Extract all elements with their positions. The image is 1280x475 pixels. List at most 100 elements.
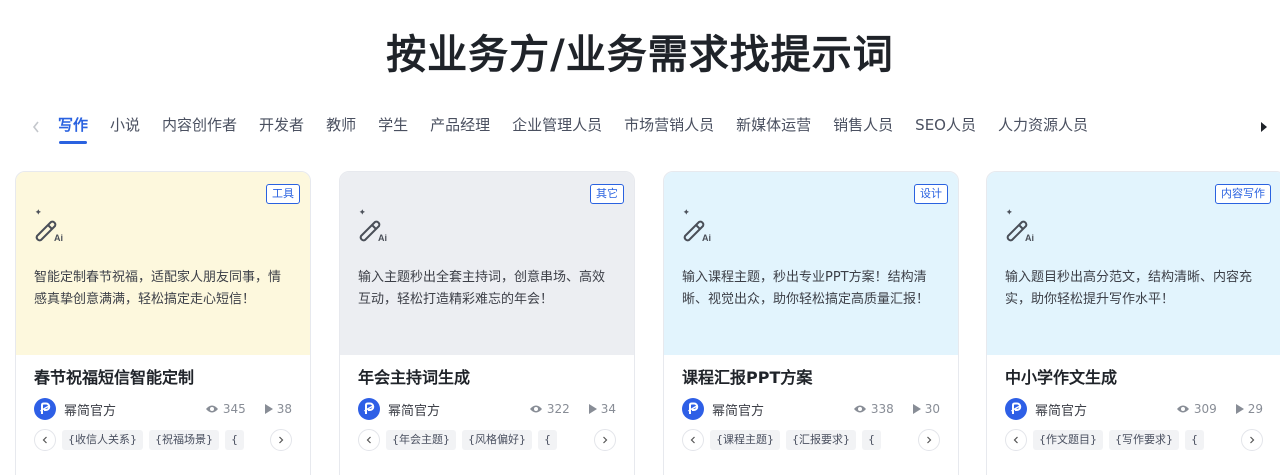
page-title: 按业务方/业务需求找提示词 [386,32,894,78]
tab-seo[interactable]: SEO人员 [915,114,976,146]
prompt-card[interactable]: 工具 Ai 智能定制春节祝福，适配家人朋友同事，情感真挚创意满满，轻松搞定走心短… [15,171,311,475]
tag[interactable]: {课程主题} [710,430,780,450]
card-header: 设计 Ai 输入课程主题，秒出专业PPT方案！结构清晰、视觉出众，助你轻松搞定高… [664,172,958,355]
tags-next-button[interactable] [918,429,940,451]
tag[interactable]: {收信人关系} [62,430,143,450]
tab-new-media[interactable]: 新媒体运营 [736,114,811,146]
tab-sales[interactable]: 销售人员 [833,114,893,146]
author-name[interactable]: 幂简官方 [1035,400,1087,419]
chevron-left-icon [366,436,371,444]
tag-list: {作文题目} {写作要求} { [1033,430,1235,450]
tags-next-button[interactable] [270,429,292,451]
author-avatar [34,398,56,420]
tags-prev-button[interactable] [34,429,56,451]
tag-list: {课程主题} {汇报要求} { [710,430,912,450]
play-icon [912,404,921,414]
ai-magic-wand-icon: Ai [35,209,63,243]
card-title[interactable]: 课程汇报PPT方案 [682,367,940,389]
tags-prev-button[interactable] [682,429,704,451]
tab-marketing[interactable]: 市场营销人员 [624,114,714,146]
tag[interactable]: { [862,430,881,450]
eye-icon [205,405,218,413]
tabs-prev-button[interactable] [26,116,46,138]
card-title[interactable]: 中小学作文生成 [1005,367,1263,389]
author-name[interactable]: 幂简官方 [712,400,764,419]
tag[interactable]: {祝福场景} [149,430,219,450]
tab-novel[interactable]: 小说 [110,114,140,146]
category-badge: 设计 [914,184,948,204]
tag[interactable]: { [1185,430,1204,450]
play-icon [1235,404,1244,414]
tab-content-creator[interactable]: 内容创作者 [162,114,237,146]
card-title[interactable]: 春节祝福短信智能定制 [34,367,292,389]
tags-next-button[interactable] [594,429,616,451]
prompt-card[interactable]: 设计 Ai 输入课程主题，秒出专业PPT方案！结构清晰、视觉出众，助你轻松搞定高… [663,171,959,475]
card-description: 智能定制春节祝福，适配家人朋友同事，情感真挚创意满满，轻松搞定走心短信！ [34,270,282,307]
tab-student[interactable]: 学生 [378,114,408,146]
tag[interactable]: {写作要求} [1109,430,1179,450]
prompt-card[interactable]: 其它 Ai 输入主题秒出全套主持词，创意串场、高效互动，轻松打造精彩难忘的年会！… [339,171,635,475]
card-description: 输入课程主题，秒出专业PPT方案！结构清晰、视觉出众，助你轻松搞定高质量汇报！ [682,270,930,307]
tag-list: {年会主题} {风格偏好} { [386,430,588,450]
card-header: 工具 Ai 智能定制春节祝福，适配家人朋友同事，情感真挚创意满满，轻松搞定走心短… [16,172,310,355]
author-avatar [358,398,380,420]
author-avatar [682,398,704,420]
eye-icon [853,405,866,413]
author-name[interactable]: 幂简官方 [64,400,116,419]
use-count: 34 [600,402,616,416]
use-count: 38 [276,402,292,416]
chevron-right-icon [279,436,284,444]
tab-writing[interactable]: 写作 [58,114,88,146]
author-name[interactable]: 幂简官方 [388,400,440,419]
ai-magic-wand-icon: Ai [1006,209,1034,243]
brand-logo-icon [1011,402,1022,414]
tag[interactable]: {年会主题} [386,430,456,450]
card-header: 其它 Ai 输入主题秒出全套主持词，创意串场、高效互动，轻松打造精彩难忘的年会！ [340,172,634,355]
use-count: 29 [1247,402,1263,416]
chevron-right-icon [1250,436,1255,444]
card-description: 输入题目秒出高分范文，结构清晰、内容充实，助你轻松提升写作水平！ [1005,270,1253,307]
tag-list: {收信人关系} {祝福场景} { [62,430,264,450]
tab-product-manager[interactable]: 产品经理 [430,114,490,146]
tabs-next-button[interactable] [1254,116,1274,138]
tag[interactable]: { [225,430,244,450]
chevron-left-icon [1013,436,1018,444]
tag[interactable]: {汇报要求} [786,430,856,450]
card-header: 内容写作 Ai 输入题目秒出高分范文，结构清晰、内容充实，助你轻松提升写作水平！ [987,172,1280,355]
chevron-left-icon [32,121,39,133]
category-badge: 工具 [266,184,300,204]
card-title[interactable]: 年会主持词生成 [358,367,616,389]
svg-text:Ai: Ai [378,233,387,243]
view-count: 322 [546,402,570,416]
play-icon [588,404,597,414]
tag[interactable]: {风格偏好} [462,430,532,450]
tab-developer[interactable]: 开发者 [259,114,304,146]
eye-icon [529,405,542,413]
tags-prev-button[interactable] [358,429,380,451]
view-count: 309 [1193,402,1217,416]
ai-magic-wand-icon: Ai [359,209,387,243]
ai-magic-wand-icon: Ai [683,209,711,243]
svg-text:Ai: Ai [702,233,711,243]
tab-teacher[interactable]: 教师 [326,114,356,146]
tag[interactable]: {作文题目} [1033,430,1103,450]
chevron-right-icon [603,436,608,444]
category-badge: 内容写作 [1215,184,1271,204]
tab-enterprise-manager[interactable]: 企业管理人员 [512,114,602,146]
chevron-left-icon [42,436,47,444]
view-count: 345 [222,402,246,416]
prompt-card-grid: 工具 Ai 智能定制春节祝福，适配家人朋友同事，情感真挚创意满满，轻松搞定走心短… [0,171,1280,475]
tags-next-button[interactable] [1241,429,1263,451]
prompt-card[interactable]: 内容写作 Ai 输入题目秒出高分范文，结构清晰、内容充实，助你轻松提升写作水平！… [986,171,1280,475]
card-description: 输入主题秒出全套主持词，创意串场、高效互动，轻松打造精彩难忘的年会！ [358,270,606,307]
tags-prev-button[interactable] [1005,429,1027,451]
category-badge: 其它 [590,184,624,204]
svg-text:Ai: Ai [54,233,63,243]
tag[interactable]: { [538,430,557,450]
view-count: 338 [870,402,894,416]
use-count: 30 [924,402,940,416]
svg-text:Ai: Ai [1025,233,1034,243]
tab-hr[interactable]: 人力资源人员 [998,114,1088,146]
brand-logo-icon [688,402,699,414]
category-tabs: 写作 小说 内容创作者 开发者 教师 学生 产品经理 企业管理人员 市场营销人员… [0,114,1280,146]
